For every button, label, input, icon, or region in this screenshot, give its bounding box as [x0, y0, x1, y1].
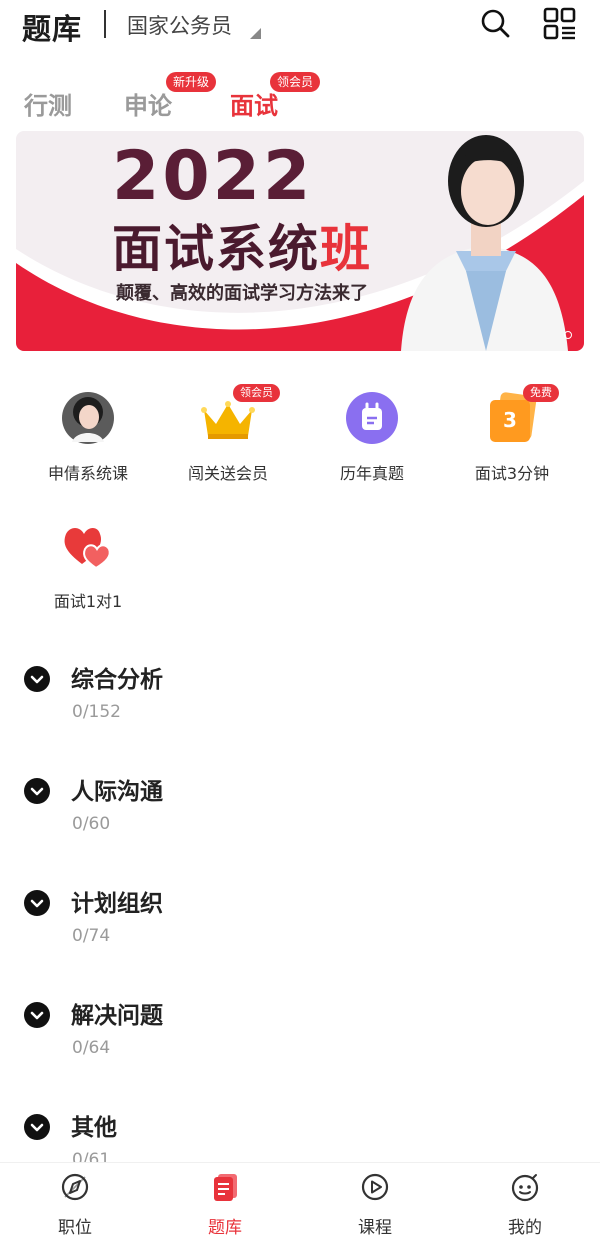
compass-icon	[59, 1171, 91, 1203]
play-circle-icon	[359, 1171, 391, 1203]
category-name: 人际沟通	[71, 779, 163, 805]
banner-title-highlight: 班	[320, 220, 372, 278]
expand-toggle[interactable]	[24, 778, 50, 804]
nav-item-profile[interactable]: 我的	[475, 1171, 575, 1238]
free-badge: 免费	[523, 384, 559, 402]
member-badge: 领会员	[233, 384, 280, 402]
tab-label: 行测	[24, 92, 72, 120]
question-bank-icon	[209, 1171, 241, 1203]
teacher-avatar-icon	[60, 390, 116, 446]
category-item[interactable]: 计划组织 0/74	[0, 884, 600, 984]
expand-toggle[interactable]	[24, 1114, 50, 1140]
banner-subtitle: 颠覆、高效的面试学习方法来了	[116, 283, 368, 304]
tab-mianshi[interactable]: 面试	[230, 86, 278, 121]
shortcut-interview-1on1[interactable]: 面试1对1	[13, 518, 163, 612]
top-bar: 题库 国家公务员	[0, 0, 600, 56]
hearts-icon	[60, 518, 116, 574]
category-name: 综合分析	[71, 667, 163, 693]
calendar-icon	[344, 390, 400, 446]
nav-item-jobs[interactable]: 职位	[25, 1171, 125, 1238]
shortcut-label: 闯关送会员	[187, 464, 268, 483]
category-item[interactable]: 解决问题 0/64	[0, 996, 600, 1096]
tab-shenlun[interactable]: 申论	[124, 86, 172, 121]
qr-code-icon	[543, 7, 576, 40]
shortcut-label: 历年真题	[339, 464, 404, 483]
nav-label: 职位	[58, 1218, 92, 1238]
title-divider	[104, 10, 106, 38]
member-badge: 领会员	[270, 72, 321, 92]
chevron-down-icon	[30, 1011, 44, 1020]
new-upgrade-badge: 新升级	[166, 72, 217, 92]
chevron-down-icon	[30, 1123, 44, 1132]
category-progress: 0/60	[72, 814, 111, 834]
dropdown-triangle-icon[interactable]	[250, 28, 261, 39]
expand-toggle[interactable]	[24, 1002, 50, 1028]
search-icon	[481, 9, 510, 38]
carousel-indicator	[564, 331, 572, 339]
tab-label: 面试	[230, 92, 278, 120]
category-name: 其他	[71, 1115, 117, 1141]
category-item[interactable]: 人际沟通 0/60	[0, 772, 600, 872]
promo-banner[interactable]: 2022 面试系统班 颠覆、高效的面试学习方法来了	[16, 131, 584, 351]
banner-title-main: 面试系统	[112, 220, 320, 278]
chevron-down-icon	[30, 787, 44, 796]
nav-item-courses[interactable]: 课程	[325, 1171, 425, 1238]
category-name: 解决问题	[71, 1003, 163, 1029]
expand-toggle[interactable]	[24, 890, 50, 916]
question-bank-page: 题库 国家公务员 行测 申论 新升级 面试 领会员 2022 面试系统班 颠覆、…	[0, 0, 600, 1240]
category-progress: 0/152	[72, 702, 121, 722]
nav-item-question-bank[interactable]: 题库	[175, 1171, 275, 1238]
shortcut-challenge-member[interactable]: 领会员 闯关送会员	[153, 384, 303, 484]
search-button[interactable]	[478, 6, 514, 42]
nav-label: 我的	[508, 1218, 542, 1238]
category-progress: 0/64	[72, 1038, 111, 1058]
subject-tabs: 行测 申论 新升级 面试 领会员	[0, 66, 600, 126]
banner-title: 面试系统班	[112, 209, 372, 281]
shortcut-past-exams[interactable]: 历年真题	[297, 390, 447, 484]
qr-code-button[interactable]	[542, 6, 578, 42]
category-name: 计划组织	[71, 891, 163, 917]
nav-label: 课程	[358, 1218, 392, 1238]
page-title: 题库	[22, 12, 83, 46]
bottom-nav: 职位 题库 课程 我的	[0, 1162, 600, 1240]
expand-toggle[interactable]	[24, 666, 50, 692]
shortcut-label: 面试1对1	[53, 592, 123, 611]
category-item[interactable]: 综合分析 0/152	[0, 660, 600, 760]
exam-type-selector[interactable]: 国家公务员	[127, 10, 232, 40]
tab-xingce[interactable]: 行测	[24, 86, 72, 121]
shortcut-label: 申倩系统课	[47, 464, 128, 483]
profile-face-icon	[509, 1171, 541, 1203]
tab-label: 申论	[124, 92, 172, 120]
chevron-down-icon	[30, 899, 44, 908]
shortcut-interview-3min[interactable]: 3 免费 面试3分钟	[437, 384, 587, 484]
chevron-down-icon	[30, 675, 44, 684]
shortcut-shenqian-course[interactable]: 申倩系统课	[13, 390, 163, 484]
category-progress: 0/74	[72, 926, 111, 946]
banner-year: 2022	[112, 137, 314, 216]
nav-label: 题库	[208, 1218, 242, 1238]
cards-number: 3	[503, 408, 517, 432]
shortcut-label: 面试3分钟	[474, 464, 550, 483]
